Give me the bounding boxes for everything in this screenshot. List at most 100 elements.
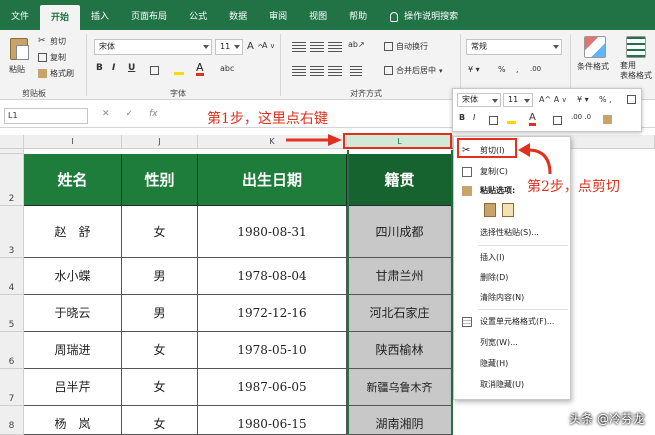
bold-button[interactable]: B	[96, 63, 103, 73]
conditional-format-button[interactable]: 条件格式	[577, 61, 609, 72]
grow-font-button[interactable]: A^ Av	[539, 95, 566, 104]
cut-button[interactable]: ✂ 剪切	[38, 36, 66, 47]
brush-icon[interactable]	[603, 115, 612, 124]
paste-values-icon[interactable]	[502, 203, 514, 217]
name-box[interactable]: L1	[4, 108, 88, 124]
paste-icon[interactable]	[10, 38, 29, 60]
italic-button[interactable]: I	[473, 113, 475, 122]
font-color-icon[interactable]: A	[529, 113, 536, 126]
row-header-2[interactable]: 2	[0, 154, 24, 206]
shrink-font-button[interactable]: Av	[262, 41, 274, 50]
table-cell[interactable]: 1980-08-31	[198, 206, 347, 258]
border-icon[interactable]	[150, 66, 159, 75]
tab-help[interactable]: 帮助	[338, 9, 378, 30]
table-header-birthdate[interactable]: 出生日期	[198, 154, 347, 206]
font-size-select[interactable]: 11	[215, 39, 243, 55]
copy-button[interactable]: 复制	[38, 52, 66, 63]
comma-button[interactable]: ,	[516, 65, 519, 74]
table-cell[interactable]: 吕半芹	[24, 369, 122, 406]
align-center-icon[interactable]	[310, 66, 324, 76]
align-bottom-icon[interactable]	[328, 42, 342, 52]
number-format-select[interactable]: 常规	[466, 39, 562, 55]
percent-button[interactable]: %	[498, 65, 506, 74]
menu-item-delete[interactable]: 删除(D)	[454, 269, 570, 286]
indent-icon[interactable]	[350, 66, 362, 76]
currency-button[interactable]: ¥ ▾	[577, 95, 589, 104]
table-icon[interactable]	[627, 95, 636, 104]
border-icon[interactable]	[553, 116, 562, 125]
merge-center-button[interactable]: 合并后居中 ▾	[384, 65, 443, 76]
menu-item-unhide[interactable]: 取消隐藏(U)	[454, 376, 570, 393]
wrap-text-button[interactable]: 自动换行	[384, 41, 428, 52]
paste-option-icon[interactable]	[484, 203, 496, 217]
align-middle-icon[interactable]	[310, 42, 324, 52]
align-top-icon[interactable]	[292, 42, 306, 52]
enter-icon[interactable]: ✓	[126, 109, 134, 119]
row-header-4[interactable]: 4	[0, 258, 24, 295]
table-cell[interactable]: 女	[122, 369, 198, 406]
format-painter-button[interactable]: 格式刷	[38, 68, 74, 79]
bold-button[interactable]: B	[459, 113, 465, 122]
menu-item-insert[interactable]: 插入(I)	[454, 249, 570, 266]
table-format-button[interactable]: 套用 表格格式	[620, 61, 652, 81]
function-icon[interactable]: fx	[149, 109, 158, 119]
cancel-icon[interactable]: ✕	[102, 109, 110, 119]
table-cell[interactable]: 1980-06-15	[198, 406, 347, 435]
italic-button[interactable]: I	[112, 63, 115, 73]
table-cell[interactable]: 1987-06-05	[198, 369, 347, 406]
table-cell[interactable]: 1978-08-04	[198, 258, 347, 295]
menu-item-format-cells[interactable]: 设置单元格格式(F)...	[454, 313, 570, 330]
table-cell[interactable]: 男	[122, 258, 198, 295]
table-format-icon[interactable]	[626, 36, 646, 58]
table-cell[interactable]: 女	[122, 406, 198, 435]
conditional-format-icon[interactable]	[584, 36, 606, 58]
row-header-6[interactable]: 6	[0, 332, 24, 369]
tell-me-search[interactable]: 操作说明搜索	[398, 9, 458, 30]
font-color-icon[interactable]: A	[196, 62, 204, 76]
table-header-gender[interactable]: 性别	[122, 154, 198, 206]
table-cell[interactable]: 周瑞进	[24, 332, 122, 369]
percent-button[interactable]: % ,	[599, 95, 612, 104]
paste-button[interactable]: 粘贴	[9, 64, 25, 75]
table-cell[interactable]: 女	[122, 206, 198, 258]
table-cell[interactable]: 水小蝶	[24, 258, 122, 295]
column-header-i[interactable]: I	[24, 135, 122, 149]
decimal-button[interactable]: .00 .0	[571, 113, 591, 121]
align-icon[interactable]	[489, 116, 498, 125]
table-cell[interactable]: 杨 岚	[24, 406, 122, 435]
tab-file[interactable]: 文件	[0, 9, 40, 30]
table-cell[interactable]: 于晓云	[24, 295, 122, 332]
table-cell[interactable]: 赵 舒	[24, 206, 122, 258]
menu-item-hide[interactable]: 隐藏(H)	[454, 355, 570, 372]
mini-font-select[interactable]: 宋体	[457, 93, 501, 107]
align-left-icon[interactable]	[292, 66, 306, 76]
row-header-7[interactable]: 7	[0, 369, 24, 406]
row-header-3[interactable]: 3	[0, 206, 24, 258]
currency-button[interactable]: ¥ ▾	[468, 65, 480, 74]
tab-formulas[interactable]: 公式	[178, 9, 218, 30]
menu-item-column-width[interactable]: 列宽(W)...	[454, 334, 570, 351]
underline-button[interactable]: U	[128, 63, 135, 73]
font-name-select[interactable]: 宋体	[94, 39, 212, 55]
table-cell[interactable]: 女	[122, 332, 198, 369]
orientation-button[interactable]: ab↗	[348, 40, 365, 49]
increase-decimal-button[interactable]: .00	[530, 65, 541, 73]
tab-review[interactable]: 审阅	[258, 9, 298, 30]
tab-data[interactable]: 数据	[218, 9, 258, 30]
table-cell[interactable]: 1978-05-10	[198, 332, 347, 369]
tab-insert[interactable]: 插入	[80, 9, 120, 30]
menu-item-clear-contents[interactable]: 清除内容(N)	[454, 289, 570, 306]
menu-item-paste-special[interactable]: 选择性粘贴(S)...	[454, 224, 570, 241]
mini-size-select[interactable]: 11	[503, 93, 533, 107]
fill-color-icon[interactable]	[507, 115, 516, 124]
table-header-name[interactable]: 姓名	[24, 154, 122, 206]
tab-page-layout[interactable]: 页面布局	[120, 9, 178, 30]
row-header-8[interactable]: 8	[0, 406, 24, 435]
tab-view[interactable]: 视图	[298, 9, 338, 30]
tab-home[interactable]: 开始	[40, 5, 81, 30]
table-cell[interactable]: 1972-12-16	[198, 295, 347, 332]
select-all-corner[interactable]	[0, 135, 24, 149]
column-header-j[interactable]: J	[122, 135, 198, 149]
phonetic-button[interactable]: abc	[220, 64, 234, 73]
fill-color-icon[interactable]	[174, 64, 184, 75]
